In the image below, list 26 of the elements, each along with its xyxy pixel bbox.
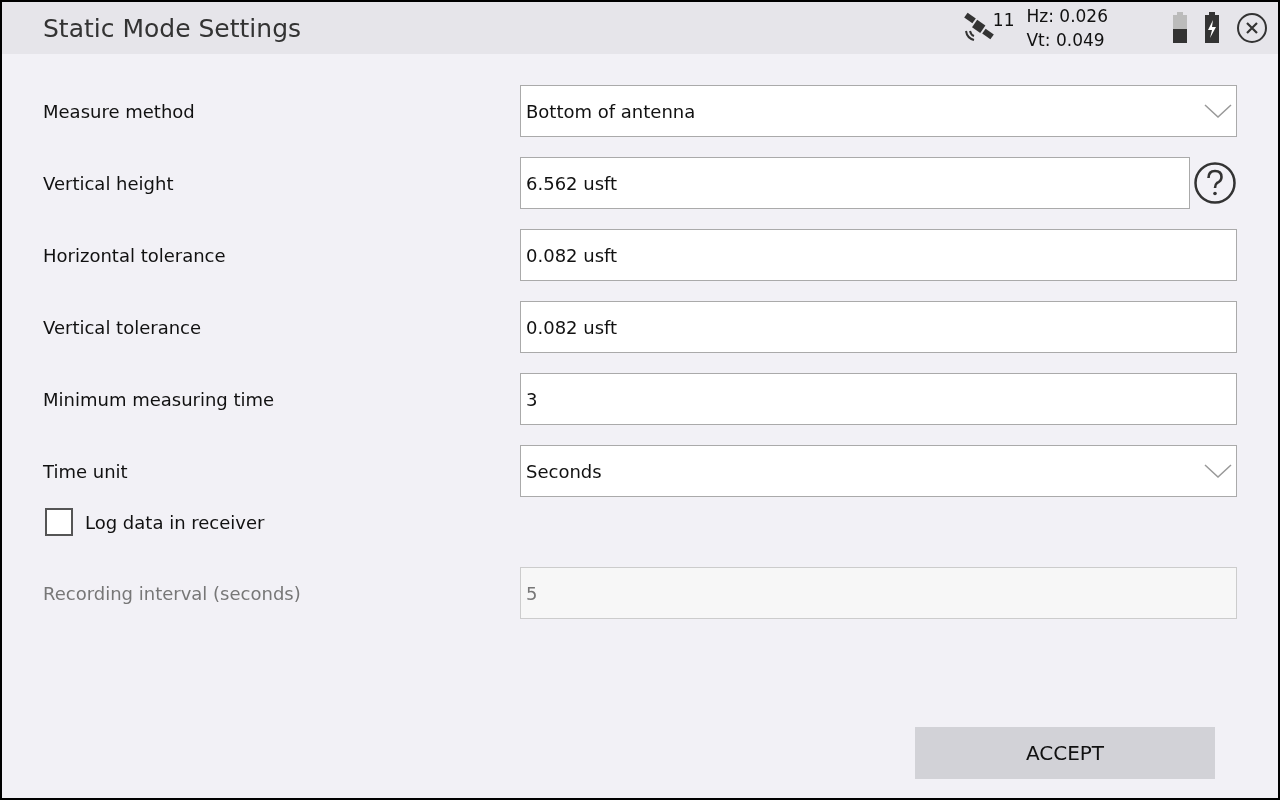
- help-icon[interactable]: [1193, 161, 1237, 205]
- field-label: Recording interval (seconds): [43, 582, 302, 604]
- chevron-down-icon: [1204, 104, 1232, 118]
- satellite-count: 11: [992, 10, 1015, 30]
- vertical-precision: Vt: 0.049: [1026, 29, 1106, 52]
- input-field[interactable]: 0.082 usft: [520, 229, 1237, 281]
- dropdown[interactable]: Bottom of antenna: [520, 85, 1237, 137]
- horizontal-precision: Hz: 0.026: [1026, 5, 1108, 28]
- field-label: Minimum measuring time: [43, 388, 276, 410]
- close-icon[interactable]: [1236, 12, 1268, 44]
- input-field[interactable]: 3: [520, 373, 1237, 425]
- dropdown[interactable]: Seconds: [520, 445, 1237, 497]
- input-field[interactable]: 0.082 usft: [520, 301, 1237, 353]
- charging-battery-icon: [1204, 12, 1220, 44]
- field-label: Horizontal tolerance: [43, 244, 227, 266]
- checkbox[interactable]: [45, 508, 73, 536]
- window-title: Static Mode Settings: [43, 13, 302, 43]
- field-label: Time unit: [43, 460, 129, 482]
- accept-button[interactable]: ACCEPT: [915, 727, 1215, 779]
- field-label: Measure method: [43, 100, 196, 122]
- field-label: Vertical height: [43, 172, 175, 194]
- input-field[interactable]: 6.562 usft: [520, 157, 1190, 209]
- battery-icon: [1172, 12, 1188, 44]
- chevron-down-icon: [1204, 464, 1232, 478]
- checkbox-label: Log data in receiver: [85, 511, 265, 533]
- field-label: Vertical tolerance: [43, 316, 203, 338]
